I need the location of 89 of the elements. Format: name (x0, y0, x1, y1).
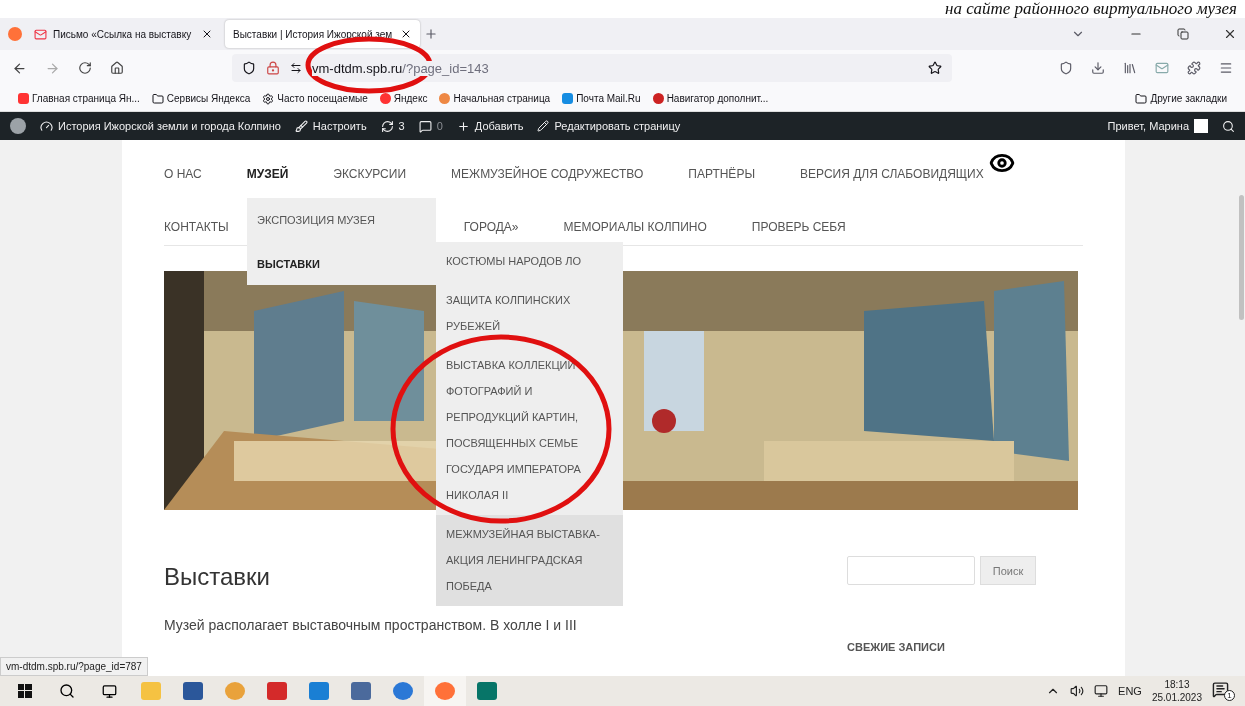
site-link[interactable]: История Ижорской земли и города Колпино (40, 119, 281, 133)
logo-icon (18, 93, 29, 104)
logo-icon (439, 93, 451, 104)
search-icon (59, 683, 75, 699)
customize-link[interactable]: Настроить (294, 119, 367, 133)
address-field[interactable]: vm-dtdm.spb.ru/?page_id=143 (232, 54, 952, 82)
lock-icon (266, 61, 280, 75)
scrollbar-thumb[interactable] (1238, 195, 1244, 320)
star-icon[interactable] (928, 61, 942, 75)
bookmark-item[interactable]: Навигатор дополнит... (652, 93, 769, 104)
menu-item[interactable]: ВЕРСИЯ ДЛЯ СЛАБОВИДЯЩИХ (800, 167, 984, 181)
pencil-icon (537, 120, 550, 132)
menu-item[interactable]: ПРОВЕРЬ СЕБЯ (751, 219, 846, 234)
browser-tab[interactable]: Письмо «Ссылка на выставку (26, 20, 221, 48)
menu-icon[interactable] (1219, 61, 1233, 75)
app-icon (183, 682, 203, 700)
caption-text: на сайте районного виртуального музея (945, 0, 1237, 18)
app-icon (393, 682, 413, 700)
windows-icon (18, 684, 32, 698)
menu-item[interactable]: ПАРТНЁРЫ (688, 167, 755, 181)
menu-item[interactable]: МЕМОРИАЛЫ КОЛПИНО (563, 219, 707, 234)
menu-item[interactable]: ЭКСКУРСИИ (333, 167, 407, 181)
restore-icon[interactable] (1177, 28, 1189, 40)
app-icon (141, 682, 161, 700)
updates-link[interactable]: 3 (380, 119, 405, 133)
menu-item[interactable]: О НАС (164, 167, 202, 181)
app-icon (477, 682, 497, 700)
menu-item[interactable]: МУЗЕЙ (246, 167, 289, 181)
account-link[interactable]: Привет, Марина (1107, 119, 1208, 133)
dropdown-item[interactable]: ЭКСПОЗИЦИЯ МУЗЕЯ (247, 198, 436, 242)
close-icon[interactable] (400, 28, 412, 40)
bookmark-item[interactable]: Сервисы Яндекса (151, 92, 251, 105)
new-tab-icon[interactable] (424, 27, 438, 41)
dashboard-icon (40, 119, 53, 133)
close-icon[interactable] (1223, 27, 1237, 41)
gear-icon (262, 92, 275, 105)
menu-item[interactable]: КОНТАКТЫ (164, 219, 229, 234)
notifications-button[interactable]: 1 (1212, 681, 1235, 701)
notification-count: 1 (1224, 690, 1235, 701)
task-view-icon (101, 683, 117, 699)
search-icon[interactable] (1222, 119, 1235, 133)
search-button[interactable]: Поиск (980, 556, 1036, 585)
back-icon[interactable] (12, 60, 27, 76)
avatar-icon (1194, 119, 1208, 133)
app-icon (225, 682, 245, 700)
menu-item[interactable]: ГОРОДА» (463, 219, 519, 234)
folder-icon (1135, 92, 1148, 105)
app-icon (351, 682, 371, 700)
library-icon[interactable] (1123, 61, 1137, 75)
comment-icon (418, 119, 432, 133)
submenu-item[interactable]: МЕЖМУЗЕЙНАЯ ВЫСТАВКА-АКЦИЯ ЛЕНИНГРАДСКАЯ ПОБЕДА (436, 515, 623, 606)
status-url: vm-dtdm.spb.ru/?page_id=787 (0, 657, 148, 676)
network-icon[interactable] (1094, 684, 1109, 698)
menu-item[interactable]: МЕЖМУЗЕЙНОЕ СОДРУЖЕСТВО (451, 167, 644, 181)
download-icon[interactable] (1091, 61, 1105, 75)
comments-link[interactable]: 0 (418, 119, 443, 133)
puzzle-icon[interactable] (1187, 61, 1201, 75)
refresh-icon (380, 119, 394, 133)
page-title: Выставки (164, 563, 270, 591)
brush-icon (294, 119, 308, 133)
sidebar-heading: СВЕЖИЕ ЗАПИСИ (847, 641, 946, 653)
dropdown-item[interactable]: ВЫСТАВКИ (247, 242, 436, 286)
app-icon (309, 682, 329, 700)
page-text: Музей располагает выставочным пространством. В холле I и III (164, 617, 577, 633)
reload-icon[interactable] (78, 61, 92, 75)
add-link[interactable]: Добавить (456, 119, 524, 133)
shield-icon (242, 61, 256, 75)
taskbar-app[interactable] (424, 676, 466, 706)
notification-icon (1212, 681, 1229, 698)
other-bookmarks[interactable]: Другие закладки (1135, 92, 1227, 105)
app-icon (435, 682, 455, 700)
clock[interactable]: 18:13 25.01.2023 (1151, 678, 1202, 704)
logo-icon (652, 93, 664, 104)
speaker-icon[interactable] (1070, 684, 1085, 698)
language-indicator[interactable]: ENG (1118, 685, 1142, 697)
bookmark-item[interactable]: Часто посещаемые (262, 92, 368, 105)
bookmark-item[interactable]: Главная страница Ян... (18, 93, 140, 104)
bookmark-item[interactable]: Яндекс (379, 93, 428, 104)
search-field[interactable] (847, 556, 975, 585)
plus-icon (456, 119, 470, 133)
app-icon (267, 682, 287, 700)
logo-icon (379, 93, 391, 104)
close-icon[interactable] (201, 28, 213, 40)
home-icon[interactable] (110, 61, 124, 75)
folder-icon (151, 92, 164, 105)
permissions-icon (290, 62, 302, 74)
bookmark-item[interactable]: Почта Mail.Ru (562, 93, 641, 104)
bookmark-item[interactable]: Начальная страница (439, 93, 551, 104)
edit-page-link[interactable]: Редактировать страницу (537, 120, 681, 132)
